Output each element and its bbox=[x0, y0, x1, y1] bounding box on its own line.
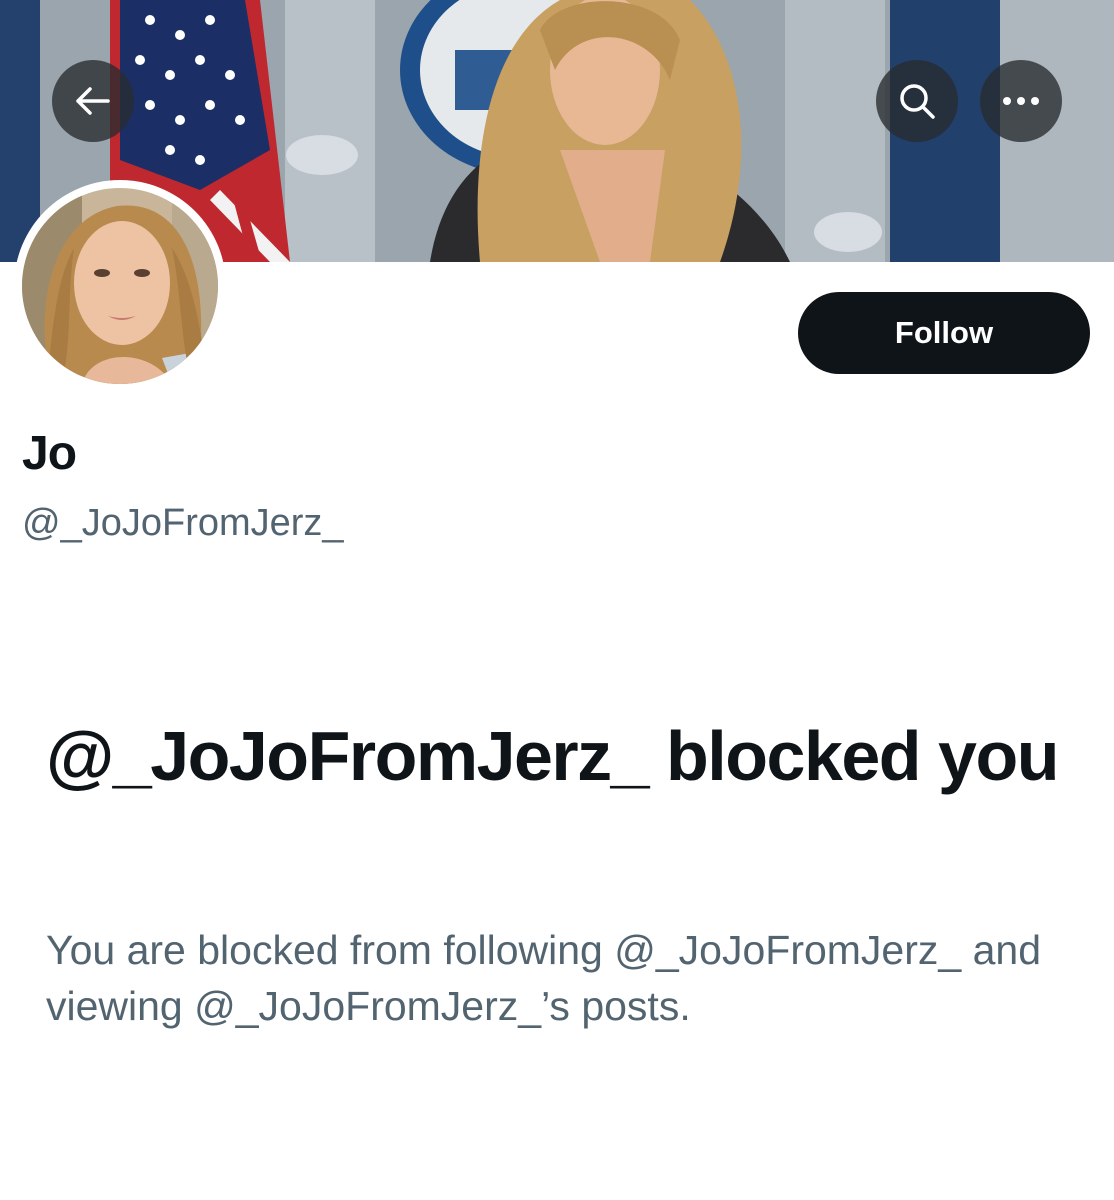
more-horizontal-icon bbox=[1003, 97, 1039, 105]
profile-handle: @_JoJoFromJerz_ bbox=[22, 502, 344, 544]
blocked-title: @_JoJoFromJerz_ blocked you bbox=[46, 717, 1059, 795]
avatar-image bbox=[22, 188, 218, 384]
search-button[interactable] bbox=[876, 60, 958, 142]
arrow-left-icon bbox=[76, 87, 110, 115]
profile-display-name: Jo bbox=[22, 427, 77, 480]
more-options-button[interactable] bbox=[980, 60, 1062, 142]
follow-button[interactable]: Follow bbox=[798, 292, 1090, 374]
avatar[interactable] bbox=[14, 180, 226, 392]
back-button[interactable] bbox=[52, 60, 134, 142]
blocked-description: You are blocked from following @_JoJoFro… bbox=[46, 927, 1041, 1029]
search-icon bbox=[900, 84, 935, 119]
